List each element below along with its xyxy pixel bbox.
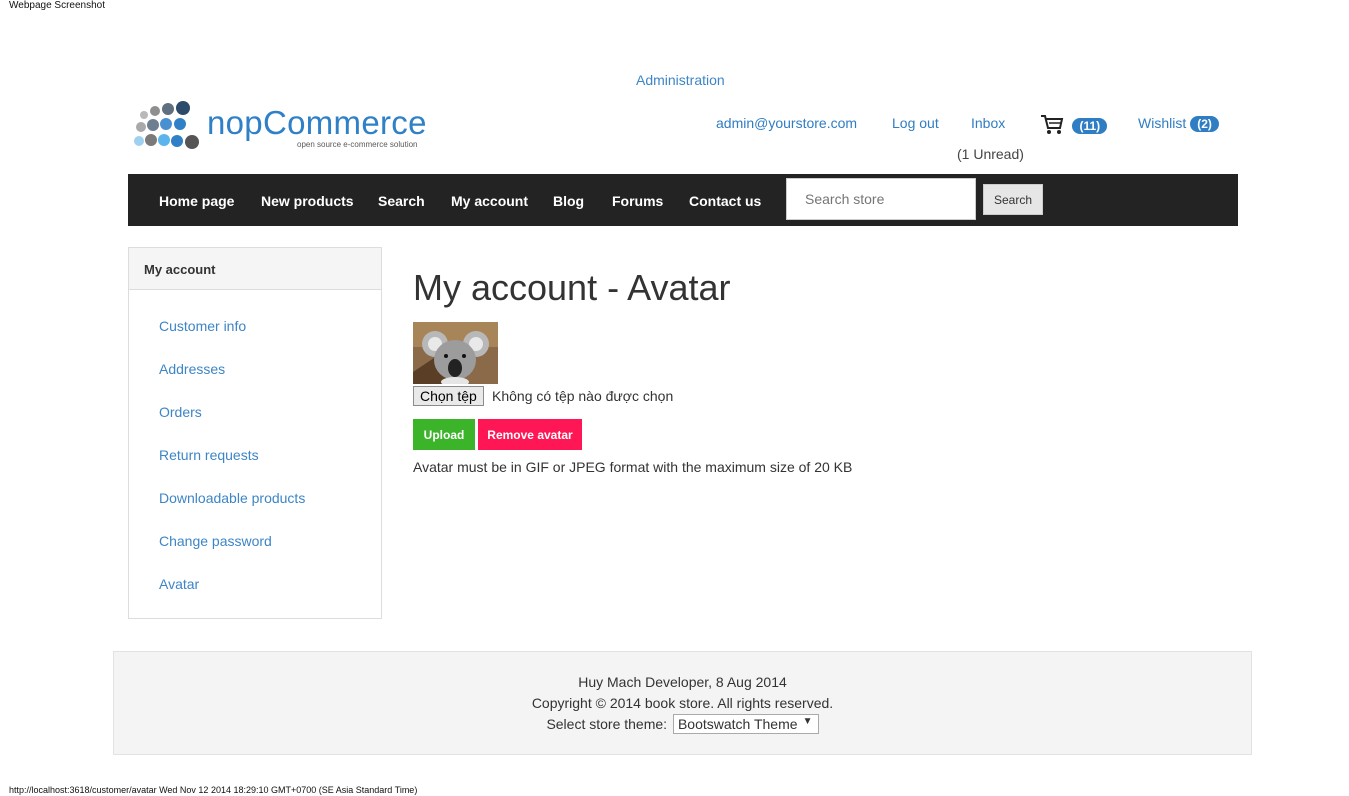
nav-forums[interactable]: Forums [612,193,663,209]
account-email-link[interactable]: admin@yourstore.com [716,115,857,131]
page-title: My account - Avatar [413,267,731,308]
theme-selector-row: Select store theme: Bootswatch Theme ▼ [114,714,1251,734]
wishlist-label: Wishlist [1138,115,1187,131]
wishlist-link[interactable]: Wishlist (2) [1138,115,1219,132]
nav-new-products[interactable]: New products [261,193,354,209]
sidebar-item-downloadable-products: Downloadable products [159,490,305,506]
sidebar-item-customer-info: Customer info [159,318,246,334]
file-status-text: Không có tệp nào được chọn [492,388,674,404]
sidebar-link[interactable]: Avatar [159,576,199,592]
sidebar-link[interactable]: Customer info [159,318,246,334]
administration-link[interactable]: Administration [636,72,725,88]
sidebar-item-return-requests: Return requests [159,447,259,463]
avatar-format-note: Avatar must be in GIF or JPEG format wit… [413,459,853,475]
upload-button[interactable]: Upload [413,419,475,450]
sidebar-link[interactable]: Downloadable products [159,490,305,506]
nav-home-page[interactable]: Home page [159,193,234,209]
sidebar-link[interactable]: Orders [159,404,202,420]
remove-avatar-button[interactable]: Remove avatar [478,419,582,450]
avatar-image [413,322,498,387]
sidebar-title: My account [129,248,381,290]
logo-dots-icon [134,101,199,149]
cart-count-badge: (11) [1072,118,1108,134]
theme-select[interactable]: Bootswatch Theme ▼ [672,714,819,734]
search-store-input[interactable] [786,178,976,220]
dropdown-arrow-icon: ▼ [802,716,813,727]
sidebar-link[interactable]: Return requests [159,447,259,463]
sidebar-link[interactable]: Addresses [159,361,225,377]
unread-count: (1 Unread) [957,146,1024,162]
print-footer: http://localhost:3618/customer/avatar We… [9,785,418,795]
nav-my-account[interactable]: My account [451,193,528,209]
account-sidebar: My account Customer info Addresses Order… [128,247,382,619]
footer-copyright: Copyright © 2014 book store. All rights … [531,695,834,711]
nav-blog[interactable]: Blog [553,193,584,209]
store-logo[interactable]: nopCommerce open source e-commerce solut… [132,100,442,160]
nav-contact-us[interactable]: Contact us [689,193,761,209]
footer-credit: Huy Mach Developer, 8 Aug 2014 [578,674,787,690]
sidebar-item-addresses: Addresses [159,361,225,377]
shopping-cart-link[interactable]: (11) [1040,114,1108,141]
theme-label: Select store theme: [546,716,668,732]
inbox-link[interactable]: Inbox [971,115,1005,131]
print-header: Webpage Screenshot [9,0,105,11]
nav-search[interactable]: Search [378,193,425,209]
sidebar-item-orders: Orders [159,404,202,420]
theme-select-value: Bootswatch Theme [677,716,798,732]
page-footer: Huy Mach Developer, 8 Aug 2014 Copyright… [113,651,1252,755]
sidebar-item-change-password: Change password [159,533,272,549]
sidebar-link[interactable]: Change password [159,533,272,549]
main-navigation: Home page New products Search My account… [128,174,1238,226]
logo-tagline: open source e-commerce solution [297,140,418,149]
choose-file-button[interactable]: Chọn tệp [413,386,484,406]
logo-wordmark: nopCommerce [207,104,427,141]
wishlist-count-badge: (2) [1190,116,1219,132]
sidebar-item-avatar: Avatar [159,576,199,592]
search-button[interactable]: Search [983,184,1043,215]
cart-icon [1041,115,1064,134]
logout-link[interactable]: Log out [892,115,939,131]
